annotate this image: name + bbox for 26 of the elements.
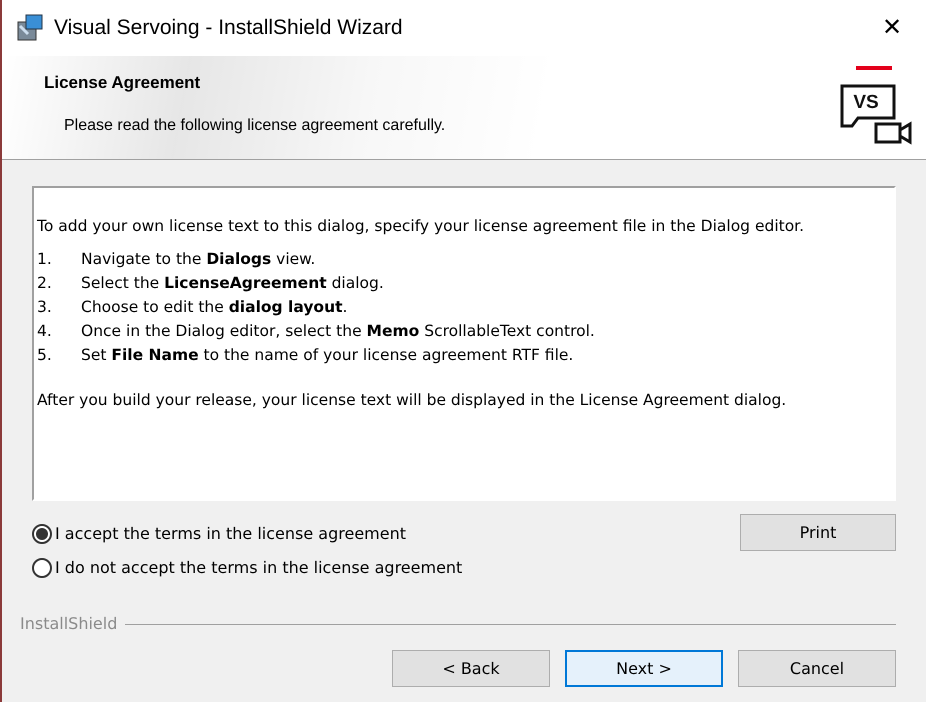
license-text-area[interactable] bbox=[32, 186, 896, 501]
radio-button[interactable] bbox=[32, 524, 52, 544]
wizard-button[interactable]: Next > bbox=[565, 650, 723, 687]
list-number: 2. bbox=[37, 273, 53, 294]
radio-button[interactable] bbox=[32, 558, 52, 578]
list-item-text: Choose to edit the dialog layout. bbox=[81, 297, 348, 318]
list-number: 1. bbox=[37, 249, 53, 270]
list-item-text: Navigate to the Dialogs view. bbox=[81, 249, 316, 270]
license-paragraph: To add your own license text to this dialog, specify your license agreement file in the Dialog editor. bbox=[37, 216, 806, 237]
list-item-text: Select the LicenseAgreement dialog. bbox=[81, 273, 384, 294]
list-number: 5. bbox=[37, 345, 53, 366]
radio-label[interactable]: I accept the terms in the license agreement bbox=[55, 522, 406, 546]
page-subtitle: Please read the following license agreement carefully. bbox=[64, 116, 446, 136]
print-button[interactable]: Print bbox=[740, 514, 896, 551]
list-item-text: Set File Name to the name of your license agreement RTF file. bbox=[81, 345, 574, 366]
brand-label: InstallShield bbox=[20, 613, 118, 635]
wizard-button[interactable]: Cancel bbox=[738, 650, 896, 687]
wizard-button[interactable]: < Back bbox=[392, 650, 550, 687]
license-paragraph: After you build your release, your license text will be displayed in the License Agreement dialog. bbox=[37, 390, 788, 411]
list-item-text: Once in the Dialog editor, select the Memo ScrollableText control. bbox=[81, 321, 595, 342]
list-number: 4. bbox=[37, 321, 53, 342]
page-heading: License Agreement bbox=[44, 72, 202, 94]
list-number: 3. bbox=[37, 297, 53, 318]
radio-label[interactable]: I do not accept the terms in the license agreement bbox=[55, 556, 462, 580]
close-button[interactable]: ✕ bbox=[874, 10, 910, 46]
window-title: Visual Servoing - InstallShield Wizard bbox=[54, 15, 403, 42]
